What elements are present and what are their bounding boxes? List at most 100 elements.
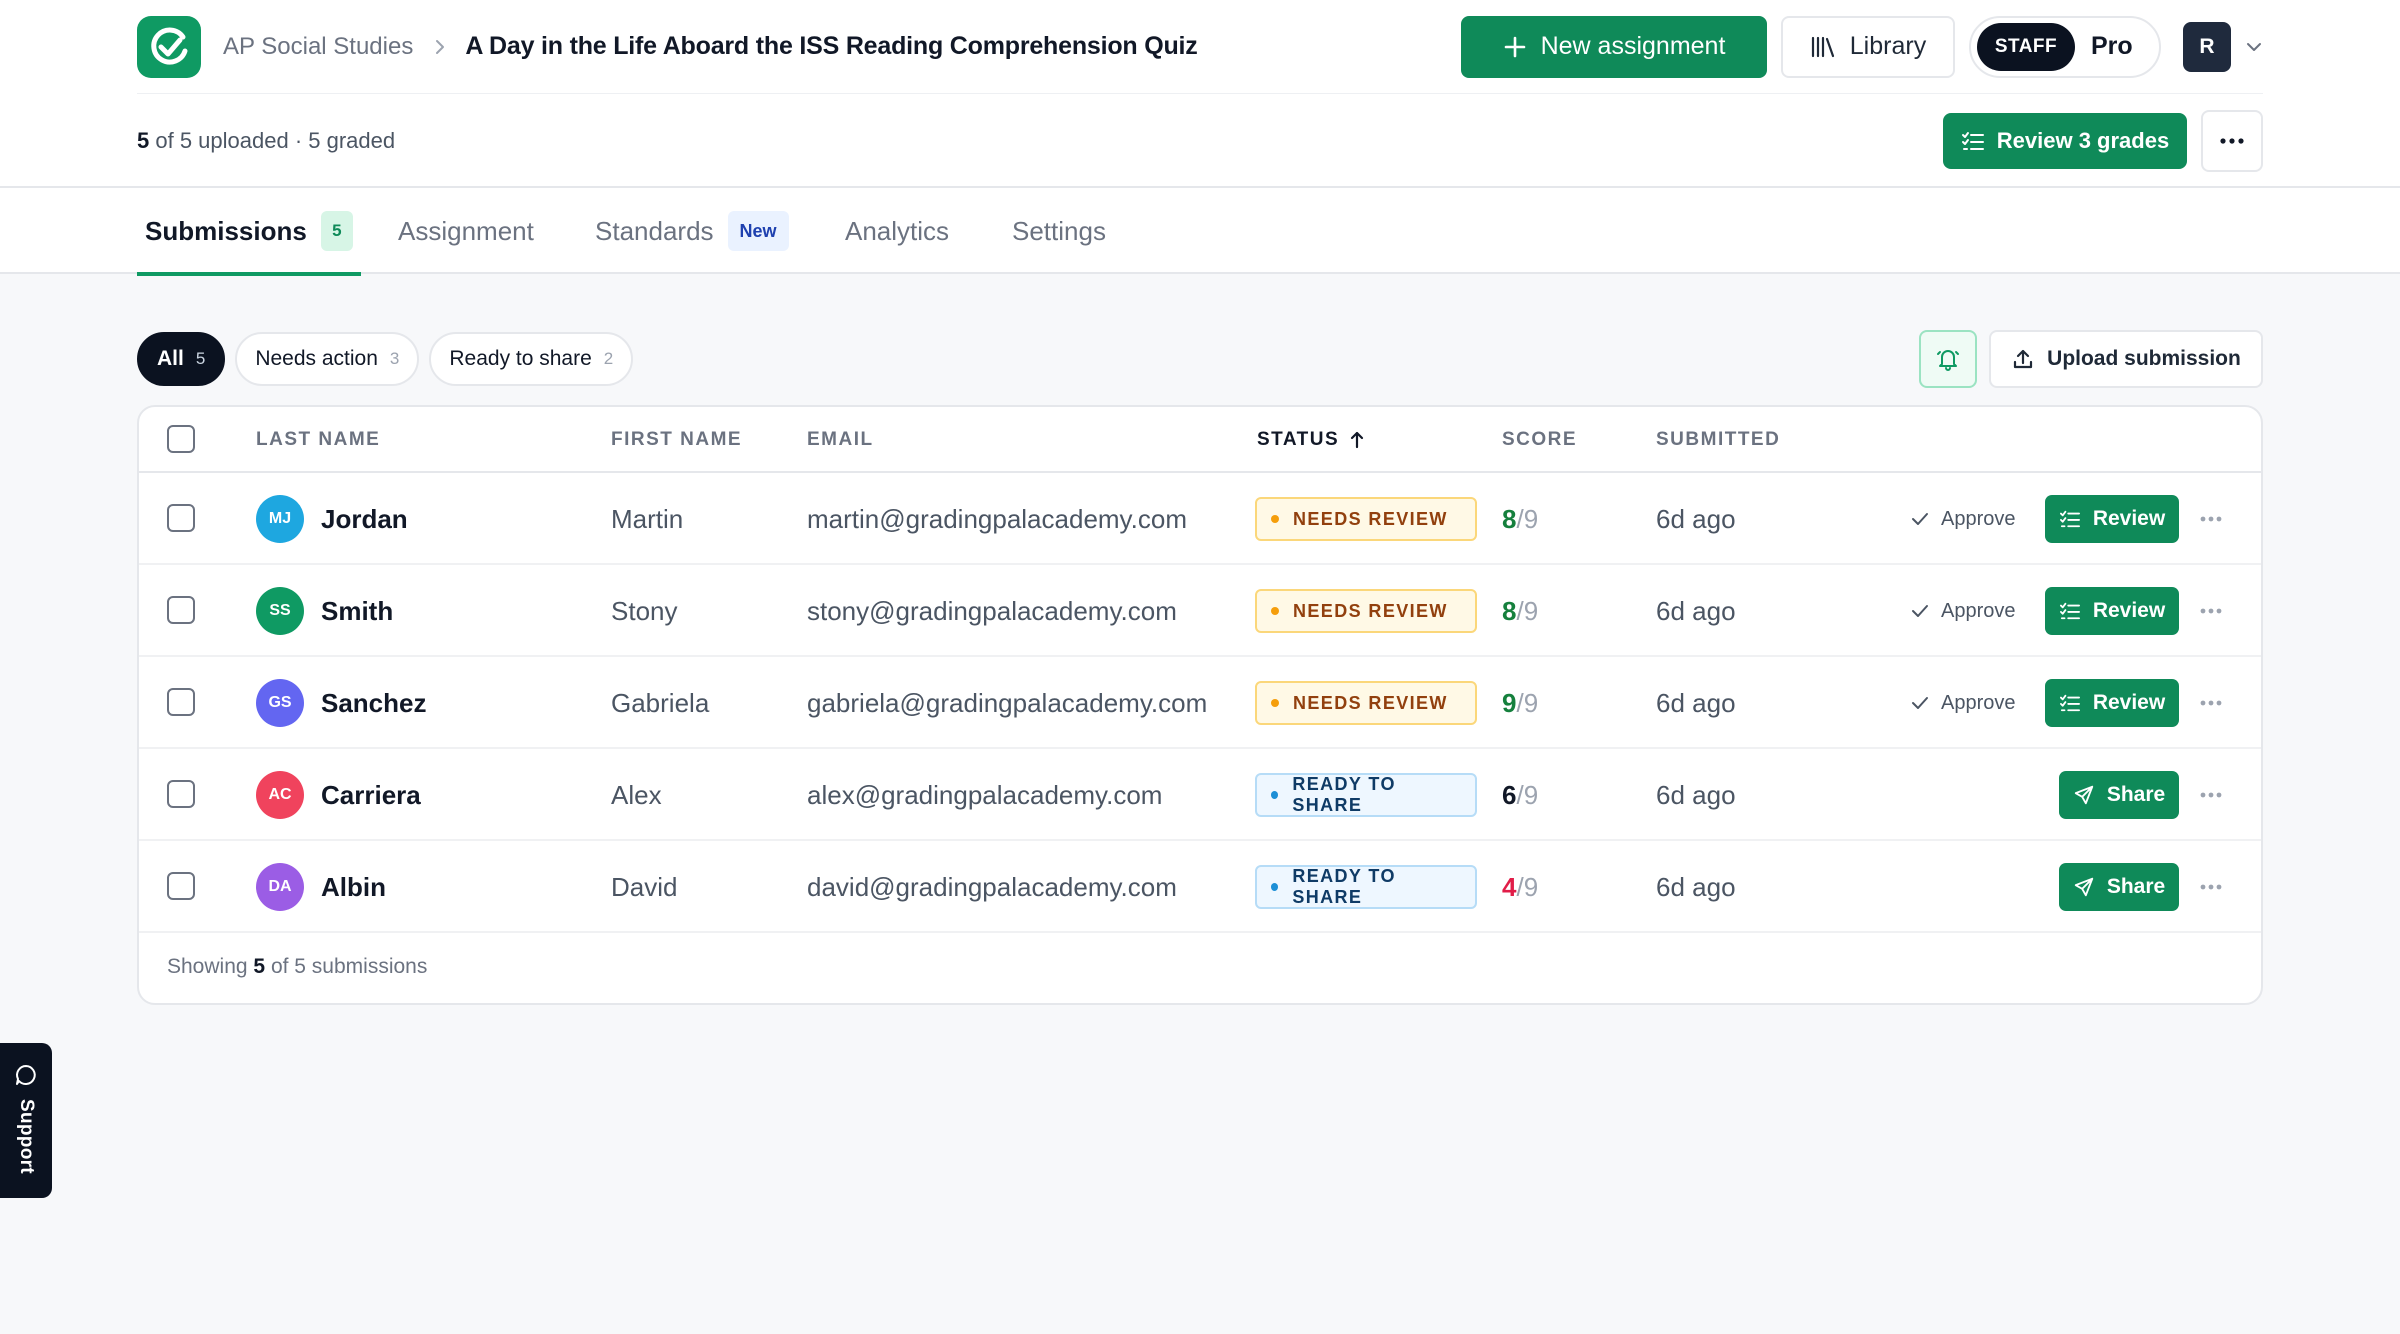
table-row[interactable]: MJ Jordan Martin martin@gradingpalacademy.c… xyxy=(139,473,2261,565)
status-dot xyxy=(1271,699,1279,707)
row-checkbox[interactable] xyxy=(167,872,195,900)
tab-submissions[interactable]: Submissions 5 xyxy=(137,188,361,276)
approve-button[interactable]: Approve xyxy=(1911,692,2016,715)
tab-settings[interactable]: Settings xyxy=(1012,188,1106,274)
tab-assignment[interactable]: Assignment xyxy=(398,188,534,274)
status-badge: READY TO SHARE xyxy=(1255,865,1477,909)
filter-chips: All 5 Needs action 3 Ready to share 2 xyxy=(137,332,634,386)
footer-suffix: of 5 submissions xyxy=(270,955,428,978)
approve-button[interactable]: Approve xyxy=(1911,508,2016,531)
tab-standards[interactable]: Standards New xyxy=(595,188,789,274)
checklist-icon xyxy=(2059,601,2081,621)
row-more-button[interactable] xyxy=(2193,777,2229,813)
status-badge: NEEDS REVIEW xyxy=(1255,497,1477,541)
table-row[interactable]: GS Sanchez Gabriela gabriela@gradingpalacad… xyxy=(139,657,2261,749)
upload-submission-label: Upload submission xyxy=(2047,347,2241,370)
send-icon xyxy=(2073,876,2095,898)
row-more-button[interactable] xyxy=(2193,869,2229,905)
chevron-down-icon[interactable] xyxy=(2245,41,2263,53)
filter-ready-label: Ready to share xyxy=(449,347,592,370)
upload-submission-button[interactable]: Upload submission xyxy=(1989,330,2263,388)
submitted-time: 6d ago xyxy=(1656,779,1736,810)
filter-needs-action[interactable]: Needs action 3 xyxy=(235,332,420,386)
notifications-button[interactable] xyxy=(1919,330,1977,388)
filter-all[interactable]: All 5 xyxy=(137,332,226,386)
score-total: /9 xyxy=(1516,687,1539,718)
more-options-button[interactable] xyxy=(2201,110,2263,172)
review-button[interactable]: Review xyxy=(2045,679,2179,727)
status-bar: 5 of 5 uploaded · 5 graded Review 3 grad… xyxy=(137,94,2263,188)
status-label: NEEDS REVIEW xyxy=(1293,600,1448,621)
score-total: /9 xyxy=(1516,503,1539,534)
staff-badge: STAFF xyxy=(1977,22,2075,71)
table-row[interactable]: DA Albin David david@gradingpalacademy.com R… xyxy=(139,841,2261,933)
review-grades-label: Review 3 grades xyxy=(1996,128,2170,153)
row-more-button[interactable] xyxy=(2193,501,2229,537)
score-total: /9 xyxy=(1516,871,1539,902)
first-name: Gabriela xyxy=(611,687,710,718)
plan-indicator[interactable]: STAFF Pro xyxy=(1969,15,2161,78)
share-button[interactable]: Share xyxy=(2059,771,2179,819)
table-footer: Showing 5 of 5 submissions xyxy=(167,955,427,979)
column-first-name[interactable]: FIRST NAME xyxy=(611,407,742,473)
approve-button[interactable]: Approve xyxy=(1911,600,2016,623)
status-badge: READY TO SHARE xyxy=(1255,773,1477,817)
status-label: NEEDS REVIEW xyxy=(1293,692,1448,713)
footer-prefix: Showing xyxy=(167,955,248,978)
check-icon xyxy=(1911,696,1929,710)
more-horizontal-icon xyxy=(2200,884,2222,890)
review-button[interactable]: Review xyxy=(2045,495,2179,543)
bell-icon xyxy=(1935,346,1961,372)
review-button[interactable]: Review xyxy=(2045,587,2179,635)
email: stony@gradingpalacademy.com xyxy=(807,595,1177,626)
tab-analytics[interactable]: Analytics xyxy=(845,188,949,274)
status-label: READY TO SHARE xyxy=(1292,866,1396,907)
new-assignment-button[interactable]: New assignment xyxy=(1461,15,1767,78)
table-row[interactable]: AC Carriera Alex alex@gradingpalacademy.com… xyxy=(139,749,2261,841)
checklist-icon xyxy=(1961,130,1985,152)
score-value: 6 xyxy=(1502,779,1517,810)
column-last-name[interactable]: LAST NAME xyxy=(256,407,380,473)
score: 9/9 xyxy=(1502,657,1538,749)
library-icon xyxy=(1810,35,1836,59)
check-icon xyxy=(1911,604,1929,618)
submissions-count-badge: 5 xyxy=(320,211,353,251)
row-checkbox[interactable] xyxy=(167,504,195,532)
share-label: Share xyxy=(2106,783,2166,806)
support-tab[interactable]: Support xyxy=(0,1043,52,1198)
top-bar: AP Social Studies A Day in the Life Aboa… xyxy=(137,0,2263,94)
user-avatar[interactable]: R xyxy=(2183,21,2231,72)
column-submitted[interactable]: SUBMITTED xyxy=(1656,407,1780,473)
logo-check-icon xyxy=(147,25,191,69)
select-all-checkbox[interactable] xyxy=(167,425,195,453)
first-name: Martin xyxy=(611,503,684,534)
score: 4/9 xyxy=(1502,841,1538,933)
column-status[interactable]: STATUS xyxy=(1257,407,1365,473)
row-checkbox[interactable] xyxy=(167,688,195,716)
library-button[interactable]: Library xyxy=(1781,15,1955,78)
app-logo[interactable] xyxy=(137,15,201,78)
share-button[interactable]: Share xyxy=(2059,863,2179,911)
filter-ready-count: 2 xyxy=(603,349,614,368)
review-label: Review xyxy=(2092,691,2166,714)
more-horizontal-icon xyxy=(2200,608,2222,614)
table-row[interactable]: SS Smith Stony stony@gradingpalacademy.com N… xyxy=(139,565,2261,657)
column-status-label: STATUS xyxy=(1257,429,1340,450)
breadcrumb-course[interactable]: AP Social Studies xyxy=(223,33,413,61)
upload-icon xyxy=(2011,347,2035,371)
column-email[interactable]: EMAIL xyxy=(807,407,874,473)
tab-assignment-label: Assignment xyxy=(398,215,534,246)
row-checkbox[interactable] xyxy=(167,780,195,808)
tab-analytics-label: Analytics xyxy=(845,215,950,246)
footer-count: 5 xyxy=(253,955,266,978)
review-grades-button[interactable]: Review 3 grades xyxy=(1943,113,2187,169)
column-score[interactable]: SCORE xyxy=(1502,407,1577,473)
tab-settings-label: Settings xyxy=(1012,215,1106,246)
row-checkbox[interactable] xyxy=(167,596,195,624)
app-header: AP Social Studies A Day in the Life Aboa… xyxy=(0,0,2400,188)
tab-standards-label: Standards xyxy=(595,215,714,246)
row-more-button[interactable] xyxy=(2193,593,2229,629)
share-label: Share xyxy=(2106,875,2166,898)
row-more-button[interactable] xyxy=(2193,685,2229,721)
filter-ready-to-share[interactable]: Ready to share 2 xyxy=(429,332,634,386)
